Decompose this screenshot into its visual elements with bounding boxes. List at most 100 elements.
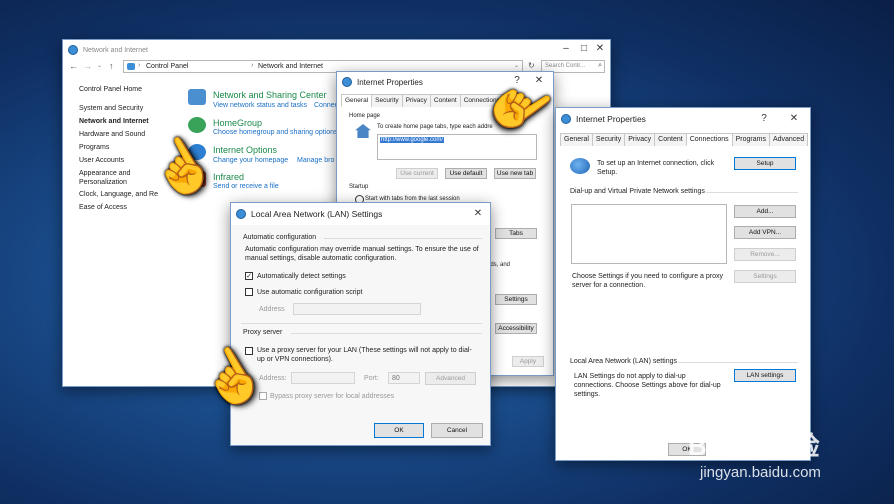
link-homegroup-options[interactable]: Choose homegroup and sharing options xyxy=(213,129,338,136)
sidebar-item-programs[interactable]: Programs xyxy=(79,144,109,151)
port-field[interactable]: 80 xyxy=(388,372,420,384)
add-button[interactable]: Add... xyxy=(734,205,796,218)
dialup-settings-button[interactable]: Settings xyxy=(734,270,796,283)
breadcrumb-separator-icon: › xyxy=(138,62,141,69)
sidebar-item-users[interactable]: User Accounts xyxy=(79,157,124,164)
close-button[interactable]: ✕ xyxy=(786,113,802,124)
sidebar-item-hardware[interactable]: Hardware and Sound xyxy=(79,131,145,138)
lan-divider xyxy=(678,362,798,363)
section-divider xyxy=(241,323,482,324)
link-view-network-status[interactable]: View network status and tasks xyxy=(213,102,307,109)
section-network-sharing-title[interactable]: Network and Sharing Center xyxy=(213,90,327,100)
settings-button[interactable]: Settings xyxy=(495,294,537,305)
auto-detect-label: Automatically detect settings xyxy=(257,273,346,280)
tabs-button[interactable]: Tabs xyxy=(495,228,537,239)
lan-settings-dialog: Local Area Network (LAN) Settings ✕ Auto… xyxy=(230,202,491,446)
home-page-url: http://www.google.com/ xyxy=(380,137,445,143)
close-button[interactable]: ✕ xyxy=(592,43,608,54)
sidebar-item-system[interactable]: System and Security xyxy=(79,105,143,112)
up-arrow-icon[interactable]: ↑ xyxy=(109,61,114,71)
help-button[interactable]: ? xyxy=(756,113,772,124)
choose-settings-description: Choose Settings if you need to configure… xyxy=(572,273,723,289)
connections-list[interactable] xyxy=(571,204,727,264)
script-address-label: Address xyxy=(259,306,285,313)
tab-content[interactable]: Content xyxy=(654,133,687,146)
bypass-label: Bypass proxy server for local addresses xyxy=(270,393,395,400)
accessibility-button[interactable]: Accessibility xyxy=(495,323,537,334)
home-page-label: Home page xyxy=(349,113,381,119)
sidebar-item-home[interactable]: Control Panel Home xyxy=(79,86,142,93)
script-address-field[interactable] xyxy=(293,303,421,315)
maximize-button[interactable]: □ xyxy=(576,43,592,54)
tab-privacy[interactable]: Privacy xyxy=(401,94,431,107)
internet-setup-icon xyxy=(570,158,590,174)
auto-detect-checkbox[interactable]: ✓ xyxy=(245,272,253,280)
window-title: Network and Internet xyxy=(83,46,148,54)
sidebar-item-network[interactable]: Network and Internet xyxy=(79,118,149,125)
forward-arrow-icon[interactable]: → xyxy=(83,61,92,71)
tab-privacy[interactable]: Privacy xyxy=(624,133,656,146)
minimize-button[interactable]: – xyxy=(558,43,574,54)
auto-config-divider xyxy=(324,238,482,239)
control-panel-small-icon xyxy=(127,63,135,70)
sidebar-item-appearance[interactable]: Appearance and xyxy=(79,170,130,177)
proxy-address-field[interactable] xyxy=(291,372,355,384)
recent-dropdown-icon[interactable]: ⌄ xyxy=(97,62,102,69)
automatic-configuration-label: Automatic configuration xyxy=(243,234,317,241)
auto-script-checkbox[interactable] xyxy=(245,288,253,296)
search-icon: ⌕ xyxy=(598,62,602,69)
dialup-divider xyxy=(706,192,798,193)
breadcrumb-control-panel[interactable]: Control Panel xyxy=(146,63,188,70)
link-manage-browser[interactable]: Manage bro xyxy=(297,157,334,164)
apply-button[interactable]: Apply xyxy=(512,356,544,367)
proxy-server-label: Proxy server xyxy=(243,329,283,336)
port-value: 80 xyxy=(392,375,400,382)
lan-description: LAN Settings do not apply to dial-up con… xyxy=(574,373,721,398)
watermark-url: jingyan.baidu.com xyxy=(700,464,821,481)
setup-button[interactable]: Setup xyxy=(734,157,796,170)
back-arrow-icon[interactable]: ← xyxy=(69,61,78,71)
ok-button[interactable]: OK xyxy=(374,423,424,438)
home-page-description: To create home page tabs, type each addr… xyxy=(377,124,493,130)
lan-settings-label: Local Area Network (LAN) settings xyxy=(570,358,677,365)
use-current-button[interactable]: Use current xyxy=(396,168,438,179)
tab-advanced[interactable]: Advanced xyxy=(768,133,809,146)
window-title: Internet Properties xyxy=(357,77,423,87)
tab-content[interactable]: Content xyxy=(429,94,461,107)
sidebar-item-ease[interactable]: Ease of Access xyxy=(79,204,127,211)
section-internet-options-title[interactable]: Internet Options xyxy=(213,145,277,155)
tab-general[interactable]: General xyxy=(560,133,593,146)
startup-label: Startup xyxy=(349,184,369,190)
use-default-button[interactable]: Use default xyxy=(445,168,487,179)
lan-settings-titlebar: Local Area Network (LAN) Settings ✕ xyxy=(231,203,490,225)
sidebar-item-clock[interactable]: Clock, Language, and Re xyxy=(79,191,158,198)
setup-description: To set up an Internet connection, click … xyxy=(597,160,715,176)
breadcrumb-network[interactable]: Network and Internet xyxy=(258,63,323,70)
tab-security[interactable]: Security xyxy=(591,133,626,146)
sidebar-item-personalization[interactable]: Personalization xyxy=(79,179,127,186)
window-title: Internet Properties xyxy=(576,114,646,124)
automatic-configuration-description: Automatic configuration may override man… xyxy=(245,246,479,262)
link-send-receive-file[interactable]: Send or receive a file xyxy=(213,183,279,190)
dialup-vpn-label: Dial-up and Virtual Private Network sett… xyxy=(570,188,705,195)
remove-button[interactable]: Remove... xyxy=(734,248,796,261)
tab-programs[interactable]: Programs xyxy=(731,133,770,146)
close-button[interactable]: ✕ xyxy=(470,208,486,219)
add-vpn-button[interactable]: Add VPN... xyxy=(734,226,796,239)
tab-security[interactable]: Security xyxy=(371,94,403,107)
proxy-divider xyxy=(291,333,482,334)
cancel-button[interactable]: Cancel xyxy=(431,423,483,438)
section-homegroup-title[interactable]: HomeGroup xyxy=(213,118,262,128)
breadcrumb-separator-icon: › xyxy=(251,62,254,69)
internet-options-icon xyxy=(342,77,352,87)
use-proxy-label: Use a proxy server for your LAN (These s… xyxy=(257,347,472,363)
tab-general[interactable]: General xyxy=(341,94,373,107)
network-icon xyxy=(68,45,78,55)
link-change-homepage[interactable]: Change your homepage xyxy=(213,157,288,164)
tab-connections[interactable]: Connections xyxy=(685,133,733,146)
advanced-button[interactable]: Advanced xyxy=(425,372,476,385)
internet-properties-front-tabs: General Security Privacy Content Connect… xyxy=(560,133,809,146)
use-new-tab-button[interactable]: Use new tab xyxy=(494,168,536,179)
internet-options-icon xyxy=(236,209,246,219)
lan-settings-button[interactable]: LAN settings xyxy=(734,369,796,382)
